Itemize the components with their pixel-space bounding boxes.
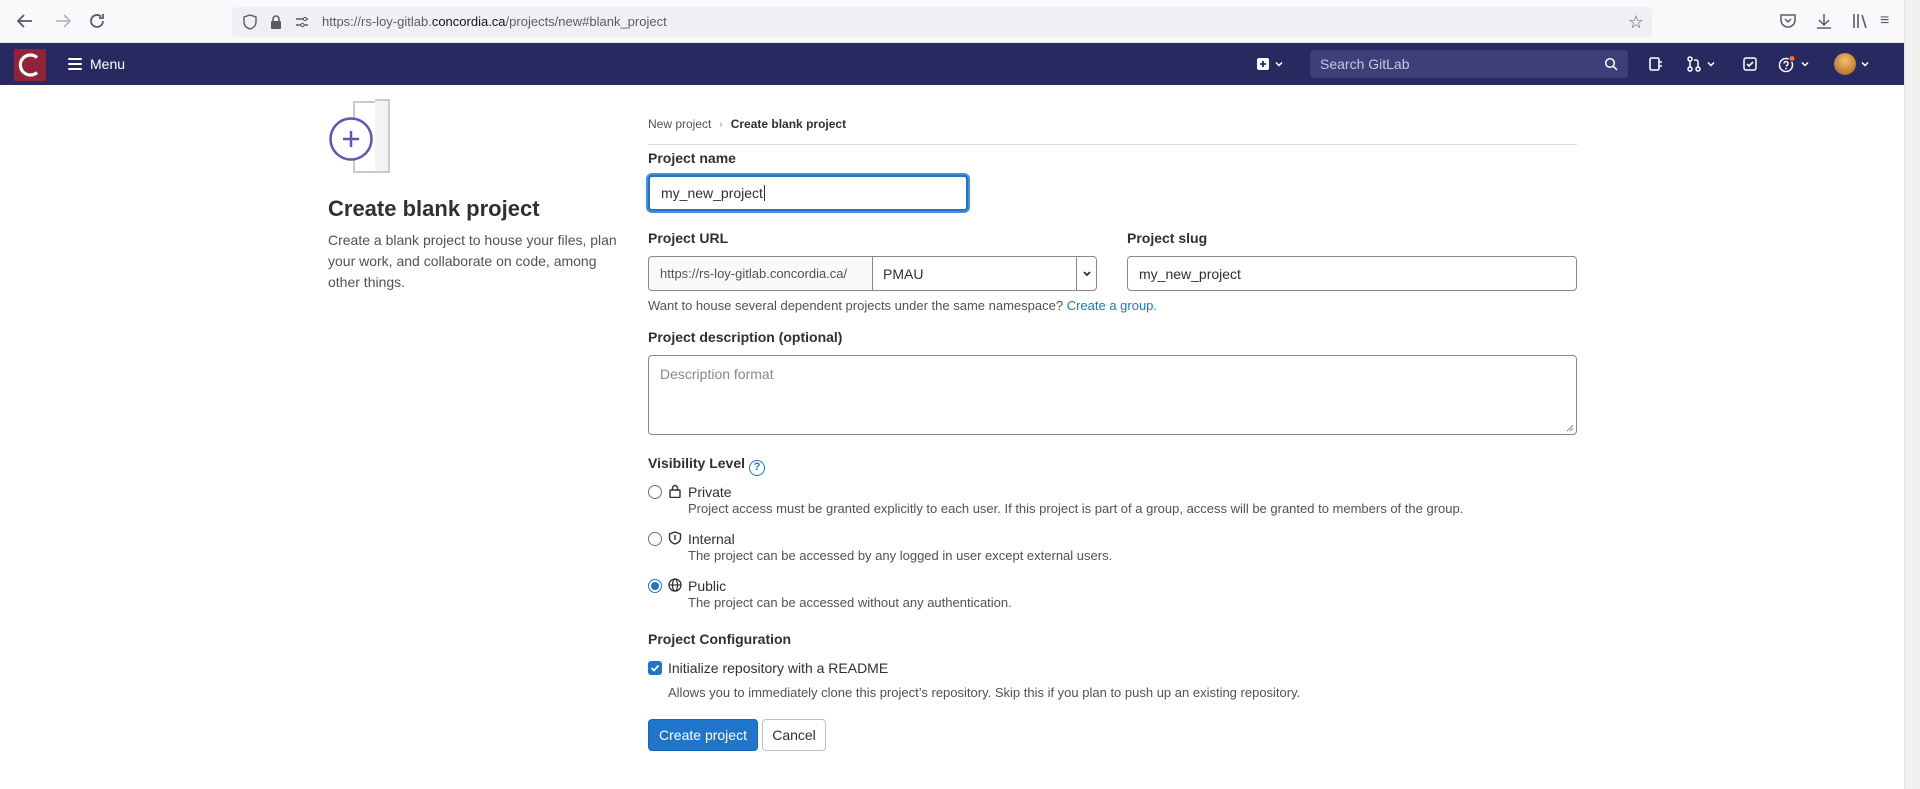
radio-internal[interactable] bbox=[648, 532, 662, 546]
project-name-label: Project name bbox=[648, 150, 736, 166]
app-menu-icon[interactable]: ≡ bbox=[1880, 11, 1900, 31]
avatar bbox=[1834, 53, 1856, 75]
browser-toolbar: https://rs-loy-gitlab.concordia.ca/proje… bbox=[0, 0, 1904, 43]
search-icon[interactable] bbox=[1604, 57, 1618, 71]
private-desc: Project access must be granted explicitl… bbox=[688, 501, 1464, 516]
shield-icon bbox=[668, 531, 682, 545]
concordia-logo-icon[interactable] bbox=[14, 49, 46, 81]
user-menu-button[interactable] bbox=[1834, 53, 1870, 75]
menu-label: Menu bbox=[90, 56, 126, 72]
project-name-input[interactable]: my_new_project bbox=[648, 175, 968, 211]
reload-icon[interactable] bbox=[86, 10, 108, 32]
lock-icon[interactable] bbox=[268, 14, 284, 30]
forward-arrow-icon[interactable] bbox=[52, 10, 74, 32]
chevron-down-icon bbox=[1861, 61, 1869, 67]
description-label: Project description (optional) bbox=[648, 329, 843, 345]
project-slug-label: Project slug bbox=[1127, 230, 1208, 246]
search-input[interactable] bbox=[1320, 56, 1604, 72]
question-circle-icon[interactable]: ? bbox=[749, 460, 766, 476]
url-bar[interactable]: https://rs-loy-gitlab.concordia.ca/proje… bbox=[232, 7, 1652, 37]
new-dropdown-button[interactable] bbox=[1256, 54, 1284, 74]
breadcrumb: New project › Create blank project bbox=[648, 117, 846, 131]
create-group-link[interactable]: Create a group. bbox=[1067, 298, 1157, 313]
todo-icon[interactable] bbox=[1742, 54, 1758, 74]
resize-handle-icon[interactable] bbox=[1564, 422, 1574, 432]
back-arrow-icon[interactable] bbox=[14, 10, 36, 32]
help-button[interactable] bbox=[1778, 54, 1810, 74]
select-arrow-icon[interactable] bbox=[1076, 257, 1096, 290]
hamburger-icon bbox=[68, 58, 82, 70]
readme-label[interactable]: Initialize repository with a README bbox=[668, 660, 888, 676]
text-cursor bbox=[763, 185, 765, 201]
breadcrumb-new-project[interactable]: New project bbox=[648, 117, 711, 131]
chevron-down-icon bbox=[1707, 61, 1715, 67]
project-slug-input[interactable]: my_new_project bbox=[1127, 256, 1577, 291]
bookmark-star-icon[interactable]: ☆ bbox=[1628, 12, 1644, 33]
project-name-value: my_new_project bbox=[661, 185, 763, 201]
visibility-label: Visibility Level? bbox=[648, 455, 766, 476]
project-url-label: Project URL bbox=[648, 230, 729, 246]
gitlab-top-nav: Menu bbox=[0, 43, 1904, 85]
radio-public[interactable] bbox=[648, 579, 662, 593]
chevron-down-icon bbox=[1275, 61, 1283, 67]
help-icon bbox=[1778, 55, 1796, 73]
globe-icon bbox=[668, 578, 682, 592]
private-title: Private bbox=[688, 484, 732, 500]
public-desc: The project can be accessed without any … bbox=[688, 595, 1012, 610]
lock-icon bbox=[669, 484, 681, 498]
cancel-button[interactable]: Cancel bbox=[762, 719, 826, 751]
checkmark-icon bbox=[650, 664, 660, 672]
namespace-select[interactable]: PMAU bbox=[872, 256, 1097, 291]
project-slug-value: my_new_project bbox=[1139, 265, 1241, 282]
downloads-icon[interactable] bbox=[1814, 11, 1834, 31]
url-text: https://rs-loy-gitlab.concordia.ca/proje… bbox=[322, 14, 667, 29]
pocket-icon[interactable] bbox=[1778, 11, 1798, 31]
readme-help-text: Allows you to immediately clone this pro… bbox=[668, 685, 1301, 700]
chevron-right-icon: › bbox=[719, 118, 723, 130]
public-title: Public bbox=[688, 578, 727, 594]
search-box[interactable] bbox=[1310, 50, 1628, 78]
chevron-down-icon bbox=[1801, 61, 1809, 67]
visibility-label-text: Visibility Level bbox=[648, 455, 746, 471]
breadcrumb-current: Create blank project bbox=[730, 117, 847, 131]
create-project-button[interactable]: Create project bbox=[648, 719, 758, 751]
radio-private[interactable] bbox=[648, 485, 662, 499]
plus-square-icon bbox=[1257, 58, 1269, 70]
merge-requests-button[interactable] bbox=[1686, 54, 1716, 74]
page-title: Create blank project bbox=[328, 196, 540, 221]
merge-request-icon bbox=[1687, 56, 1701, 72]
readme-checkbox[interactable] bbox=[648, 661, 662, 675]
internal-desc: The project can be accessed by any logge… bbox=[688, 548, 1113, 563]
library-icon[interactable] bbox=[1850, 11, 1870, 31]
namespace-value: PMAU bbox=[883, 265, 924, 282]
menu-button[interactable]: Menu bbox=[68, 53, 125, 75]
project-configuration-label: Project Configuration bbox=[648, 631, 792, 647]
project-description-textarea[interactable]: Description format bbox=[648, 355, 1577, 435]
permissions-icon[interactable] bbox=[294, 14, 310, 30]
page-scrollbar[interactable] bbox=[1904, 0, 1920, 789]
page-description: Create a blank project to house your fil… bbox=[328, 232, 617, 290]
namespace-help: Want to house several dependent projects… bbox=[648, 298, 1064, 313]
project-url-prefix: https://rs-loy-gitlab.concordia.ca/ bbox=[648, 256, 872, 291]
namespace-help-text: Want to house several dependent projects… bbox=[648, 298, 1157, 313]
internal-title: Internal bbox=[688, 531, 735, 547]
divider bbox=[648, 144, 1577, 145]
description-placeholder: Description format bbox=[660, 366, 774, 382]
blank-project-illustration-icon bbox=[329, 98, 409, 180]
issues-icon[interactable] bbox=[1648, 54, 1664, 74]
tracking-shield-icon[interactable] bbox=[242, 14, 258, 30]
